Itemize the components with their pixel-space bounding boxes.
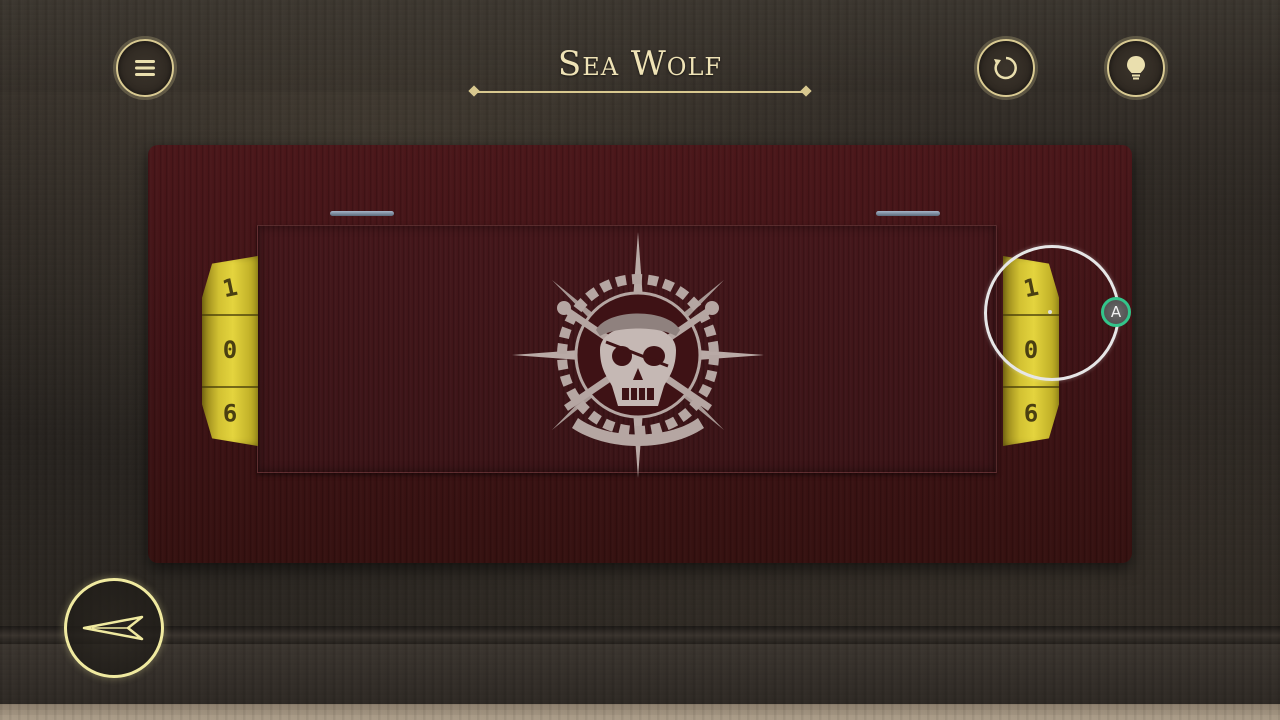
- reset-icon: [994, 56, 1017, 80]
- hint-button[interactable]: [1107, 39, 1165, 97]
- dial-edge: [1003, 386, 1059, 388]
- floor: [0, 644, 1280, 706]
- hamburger-menu-icon: [135, 60, 155, 76]
- lightbulb-icon: [1127, 56, 1145, 80]
- right-dial-bottom-digit: 9: [1023, 398, 1039, 426]
- controller-cursor-ring: [984, 245, 1120, 381]
- right-hinge: [876, 211, 940, 216]
- title-divider: [472, 91, 808, 93]
- left-hinge: [330, 211, 394, 216]
- arrow-back-icon: [82, 615, 144, 641]
- reset-button[interactable]: [977, 39, 1035, 97]
- shelf-ledge: [0, 626, 1280, 644]
- dial-edge: [202, 314, 258, 316]
- page-title: Sea Wolf: [557, 44, 723, 84]
- floor-edge: [0, 704, 1280, 720]
- pirate-skull-compass-icon: [512, 232, 764, 478]
- menu-button[interactable]: [116, 39, 174, 97]
- back-button[interactable]: [64, 578, 164, 678]
- left-dial-middle-digit: 0: [222, 336, 238, 364]
- left-combination-dial[interactable]: 1 0 9: [202, 256, 258, 446]
- dial-edge: [202, 386, 258, 388]
- a-button-prompt[interactable]: A: [1101, 297, 1131, 327]
- game-scene: Sea Wolf 1 0 9 1 0 9 A: [0, 0, 1280, 720]
- controller-cursor-dot: [1048, 310, 1052, 314]
- left-dial-bottom-digit: 9: [222, 398, 238, 426]
